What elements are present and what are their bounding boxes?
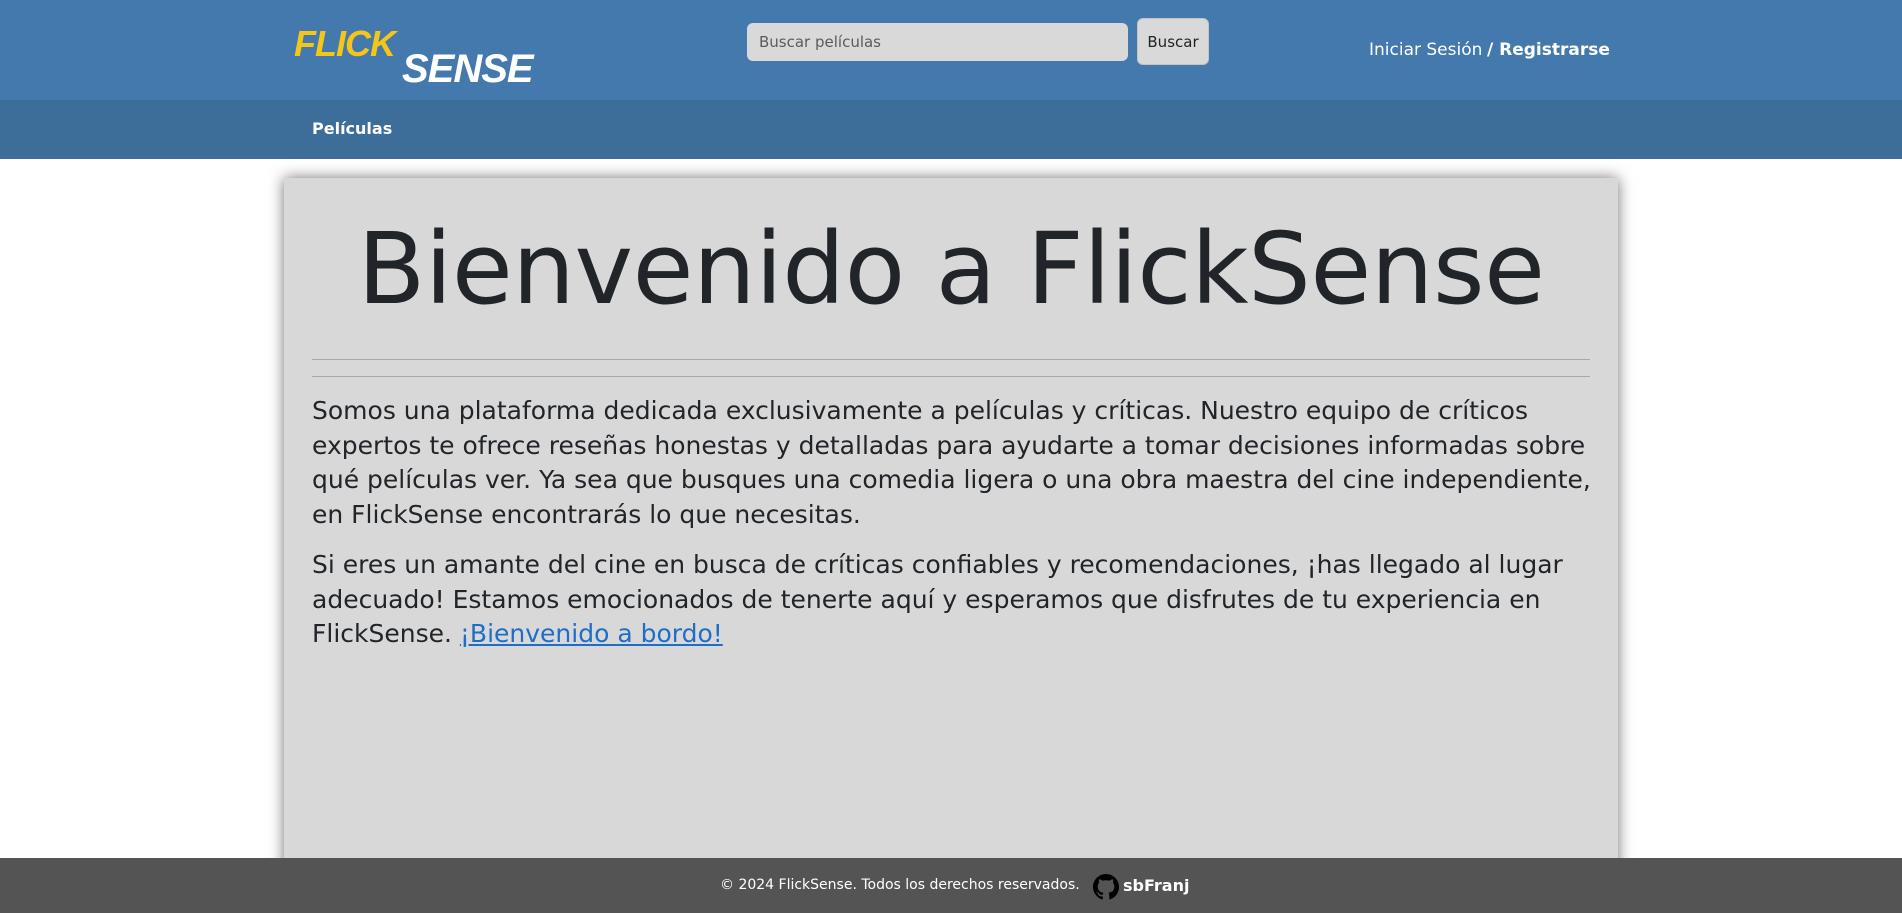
logo-sense-text: SENSE (402, 47, 535, 86)
logo-flick-text: FLICK (294, 23, 399, 64)
divider-bottom (312, 376, 1590, 377)
github-icon[interactable] (1093, 874, 1119, 900)
flicksense-logo[interactable]: FLICK SENSE (294, 22, 548, 86)
welcome-paragraph: Si eres un amante del cine en busca de c… (312, 548, 1592, 652)
page-title: Bienvenido a FlickSense (357, 212, 1545, 327)
register-link[interactable]: / Registrarse (1487, 40, 1610, 60)
copyright-text: © 2024 FlickSense. Todos los derechos re… (720, 877, 1080, 893)
search-button[interactable]: Buscar (1137, 18, 1209, 65)
search-input[interactable] (747, 23, 1128, 61)
main-nav: Películas (0, 100, 1902, 159)
page-footer: © 2024 FlickSense. Todos los derechos re… (0, 858, 1902, 913)
github-user-link[interactable]: sbFranj (1123, 876, 1189, 895)
login-link[interactable]: Iniciar Sesión (1369, 40, 1482, 60)
intro-paragraph: Somos una plataforma dedicada exclusivam… (312, 396, 1591, 529)
nav-item-peliculas[interactable]: Películas (312, 119, 392, 138)
divider-top (312, 359, 1590, 360)
welcome-card: Bienvenido a FlickSense Somos una plataf… (284, 178, 1618, 913)
top-header: FLICK SENSE Buscar Iniciar Sesión / Regi… (0, 0, 1902, 100)
welcome-link[interactable]: ¡Bienvenido a bordo! (460, 619, 723, 648)
